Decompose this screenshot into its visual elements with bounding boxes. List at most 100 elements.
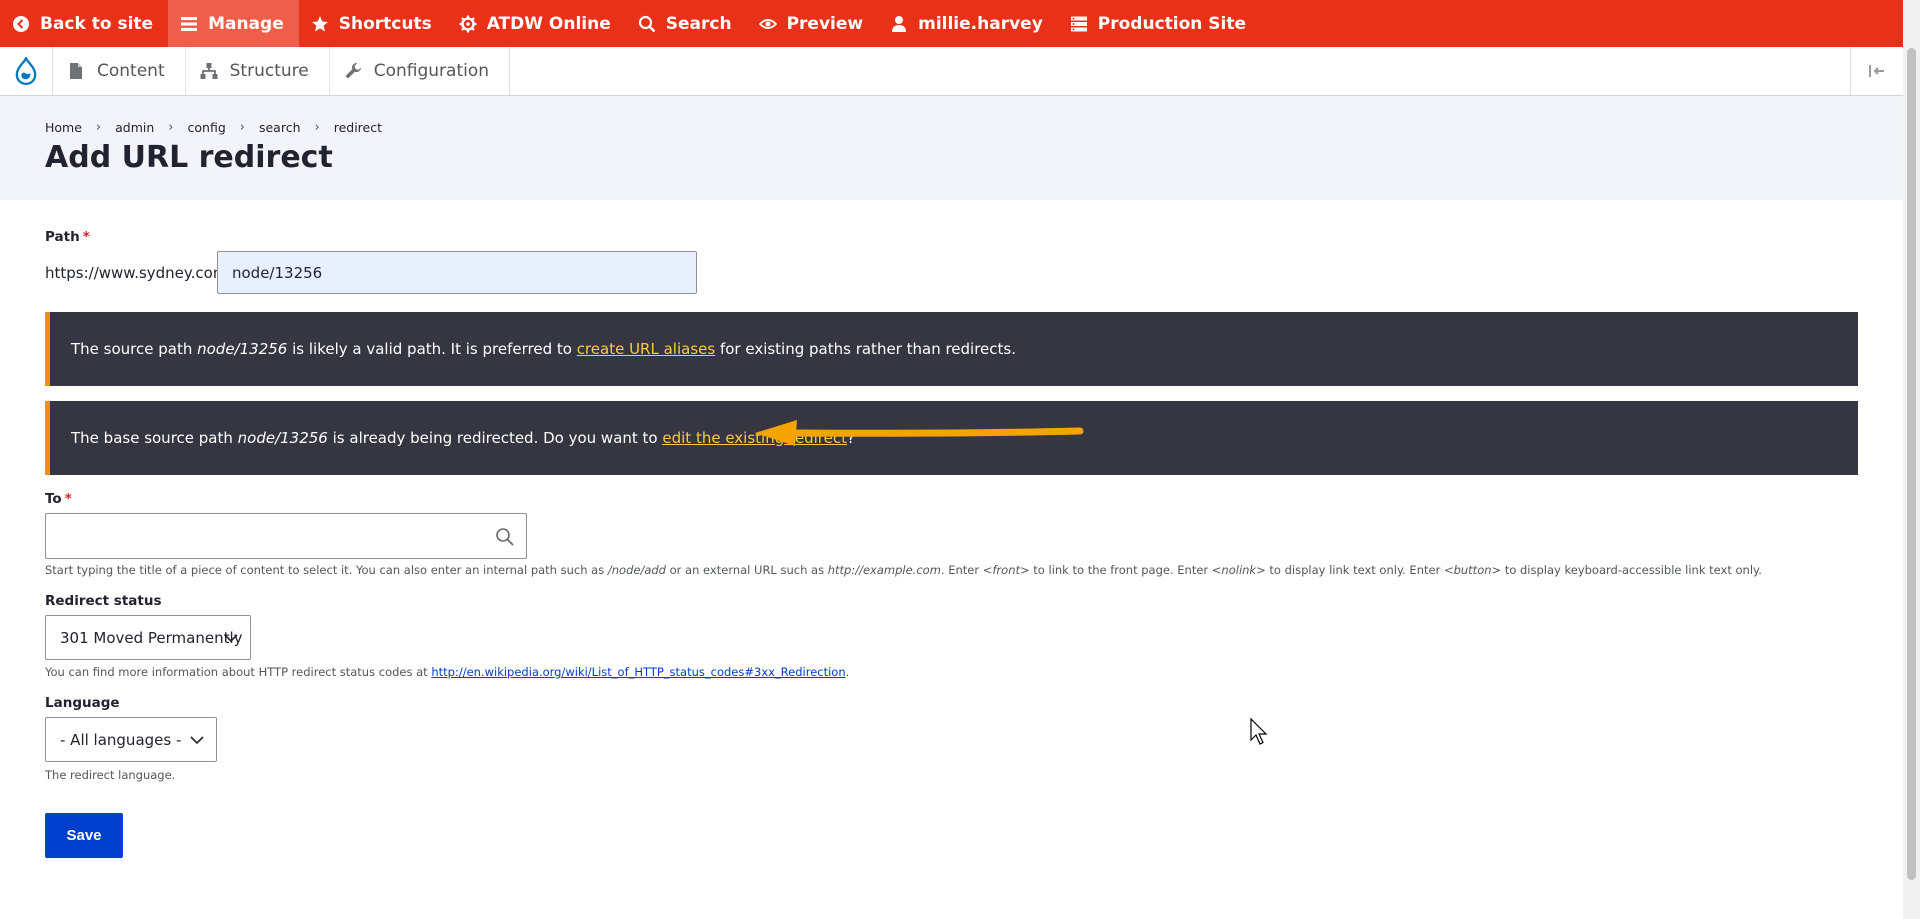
breadcrumb-separator-icon: › — [239, 120, 245, 135]
atdw-online-tab[interactable]: ATDW Online — [447, 0, 626, 47]
desc-part: to link to the front page. Enter — [1029, 563, 1212, 577]
to-description: Start typing the title of a piece of con… — [45, 563, 1762, 577]
preview-tab[interactable]: Preview — [747, 0, 879, 47]
mouse-cursor-icon — [1250, 718, 1268, 745]
path-input[interactable]: node/13256 — [217, 251, 697, 294]
admin-toolbar: Back to site Manage Shortcuts ATDW Onlin… — [0, 0, 1903, 47]
wikipedia-status-codes-link[interactable]: http://en.wikipedia.org/wiki/List_of_HTT… — [431, 665, 845, 679]
desc-part: . — [845, 665, 850, 679]
drupal-logo[interactable] — [0, 47, 53, 95]
manage-tab[interactable]: Manage — [168, 0, 299, 47]
to-label-text: To — [45, 491, 62, 507]
create-url-aliases-link[interactable]: create URL aliases — [577, 340, 716, 358]
preview-label: Preview — [786, 13, 864, 34]
breadcrumb-separator-icon: › — [314, 120, 320, 135]
language-label: Language — [45, 695, 120, 711]
language-value: - All languages - — [60, 730, 182, 749]
to-label: To * — [45, 491, 72, 507]
chevron-left-circle-icon — [13, 15, 29, 32]
warning-message-valid-path: The source path node/13256 is likely a v… — [45, 312, 1858, 386]
gear-icon — [459, 15, 477, 32]
breadcrumb-admin[interactable]: admin — [115, 120, 154, 135]
message-text-part: for existing paths rather than redirects… — [715, 340, 1017, 358]
message-text-part: is likely a valid path. It is preferred … — [287, 340, 577, 358]
scrollbar-thumb[interactable] — [1907, 48, 1916, 880]
to-input[interactable] — [45, 513, 527, 559]
tray-configuration[interactable]: Configuration — [330, 47, 511, 95]
collapse-arrow-icon — [1869, 65, 1884, 77]
tray-structure-label: Structure — [229, 61, 309, 81]
production-site-label: Production Site — [1097, 13, 1247, 34]
breadcrumb-home[interactable]: Home — [45, 120, 82, 135]
annotation-arrow-icon — [755, 420, 1084, 446]
star-icon — [311, 15, 328, 31]
search-tab[interactable]: Search — [626, 0, 747, 47]
message-path-em: node/13256 — [197, 340, 288, 358]
file-icon — [70, 63, 82, 79]
breadcrumb: Home › admin › config › search › redirec… — [45, 120, 382, 135]
desc-part: or an external URL such as — [665, 563, 828, 577]
search-icon — [496, 528, 514, 546]
server-icon — [1070, 16, 1087, 31]
desc-part: You can find more information about HTTP… — [45, 665, 432, 679]
back-to-site-link[interactable]: Back to site — [0, 0, 168, 47]
manage-label: Manage — [208, 13, 284, 34]
message-path-em: node/13256 — [237, 429, 328, 447]
path-input-value: node/13256 — [232, 263, 323, 282]
search-label: Search — [665, 13, 732, 34]
breadcrumb-search[interactable]: search — [259, 120, 301, 135]
desc-part: Start typing the title of a piece of con… — [45, 563, 608, 577]
tray-content-label: Content — [97, 61, 165, 81]
save-button[interactable]: Save — [45, 813, 123, 858]
tray-configuration-label: Configuration — [373, 61, 490, 81]
chevron-down-icon — [190, 736, 204, 745]
message-text-part: is already being redirected. Do you want… — [327, 429, 663, 447]
user-icon — [892, 15, 907, 32]
drupal-drop-icon — [15, 57, 37, 85]
production-site-tab[interactable]: Production Site — [1058, 0, 1261, 47]
user-tab[interactable]: millie.harvey — [878, 0, 1058, 47]
desc-part: to display keyboard-accessible link text… — [1501, 563, 1762, 577]
tray-content[interactable]: Content — [53, 47, 186, 95]
desc-em: <button> — [1443, 563, 1502, 577]
menu-icon — [181, 16, 198, 31]
structure-icon — [200, 63, 218, 79]
language-description: The redirect language. — [45, 768, 176, 782]
desc-part: to display link text only. Enter — [1265, 563, 1444, 577]
message-text-part: The source path — [71, 340, 198, 358]
redirect-status-select[interactable]: 301 Moved Permanently — [45, 615, 251, 660]
shortcuts-label: Shortcuts — [338, 13, 432, 34]
eye-icon — [758, 18, 777, 29]
admin-tray: Content Structure Configuration — [0, 47, 1903, 96]
page-title: Add URL redirect — [45, 140, 333, 175]
redirect-status-value: 301 Moved Permanently — [60, 628, 243, 647]
back-to-site-label: Back to site — [40, 13, 154, 34]
search-icon — [638, 15, 656, 32]
breadcrumb-separator-icon: › — [168, 120, 174, 135]
redirect-status-description: You can find more information about HTTP… — [45, 665, 849, 679]
required-mark: * — [64, 491, 72, 507]
atdw-online-label: ATDW Online — [486, 13, 611, 34]
breadcrumb-separator-icon: › — [95, 120, 102, 135]
page-scrollbar[interactable] — [1903, 0, 1920, 919]
message-text: The base source path node/13256 is alrea… — [71, 429, 855, 447]
breadcrumb-redirect[interactable]: redirect — [334, 120, 382, 135]
shortcuts-tab[interactable]: Shortcuts — [299, 0, 447, 47]
desc-em: <nolink> — [1211, 563, 1266, 577]
page-header: Home › admin › config › search › redirec… — [0, 96, 1903, 200]
wrench-icon — [345, 62, 361, 79]
desc-em: <front> — [982, 563, 1030, 577]
tray-structure[interactable]: Structure — [186, 47, 330, 95]
desc-em: /node/add — [607, 563, 666, 577]
message-text: The source path node/13256 is likely a v… — [71, 340, 1016, 358]
breadcrumb-config[interactable]: config — [188, 120, 226, 135]
required-mark: * — [82, 229, 90, 245]
desc-part: . Enter — [940, 563, 983, 577]
language-select[interactable]: - All languages - — [45, 717, 217, 762]
redirect-status-label: Redirect status — [45, 593, 162, 609]
tray-orientation-toggle[interactable] — [1850, 47, 1903, 95]
user-label: millie.harvey — [918, 13, 1043, 34]
chevron-down-icon — [224, 634, 238, 643]
path-label: Path * — [45, 229, 90, 245]
desc-em: http://example.com — [827, 563, 941, 577]
